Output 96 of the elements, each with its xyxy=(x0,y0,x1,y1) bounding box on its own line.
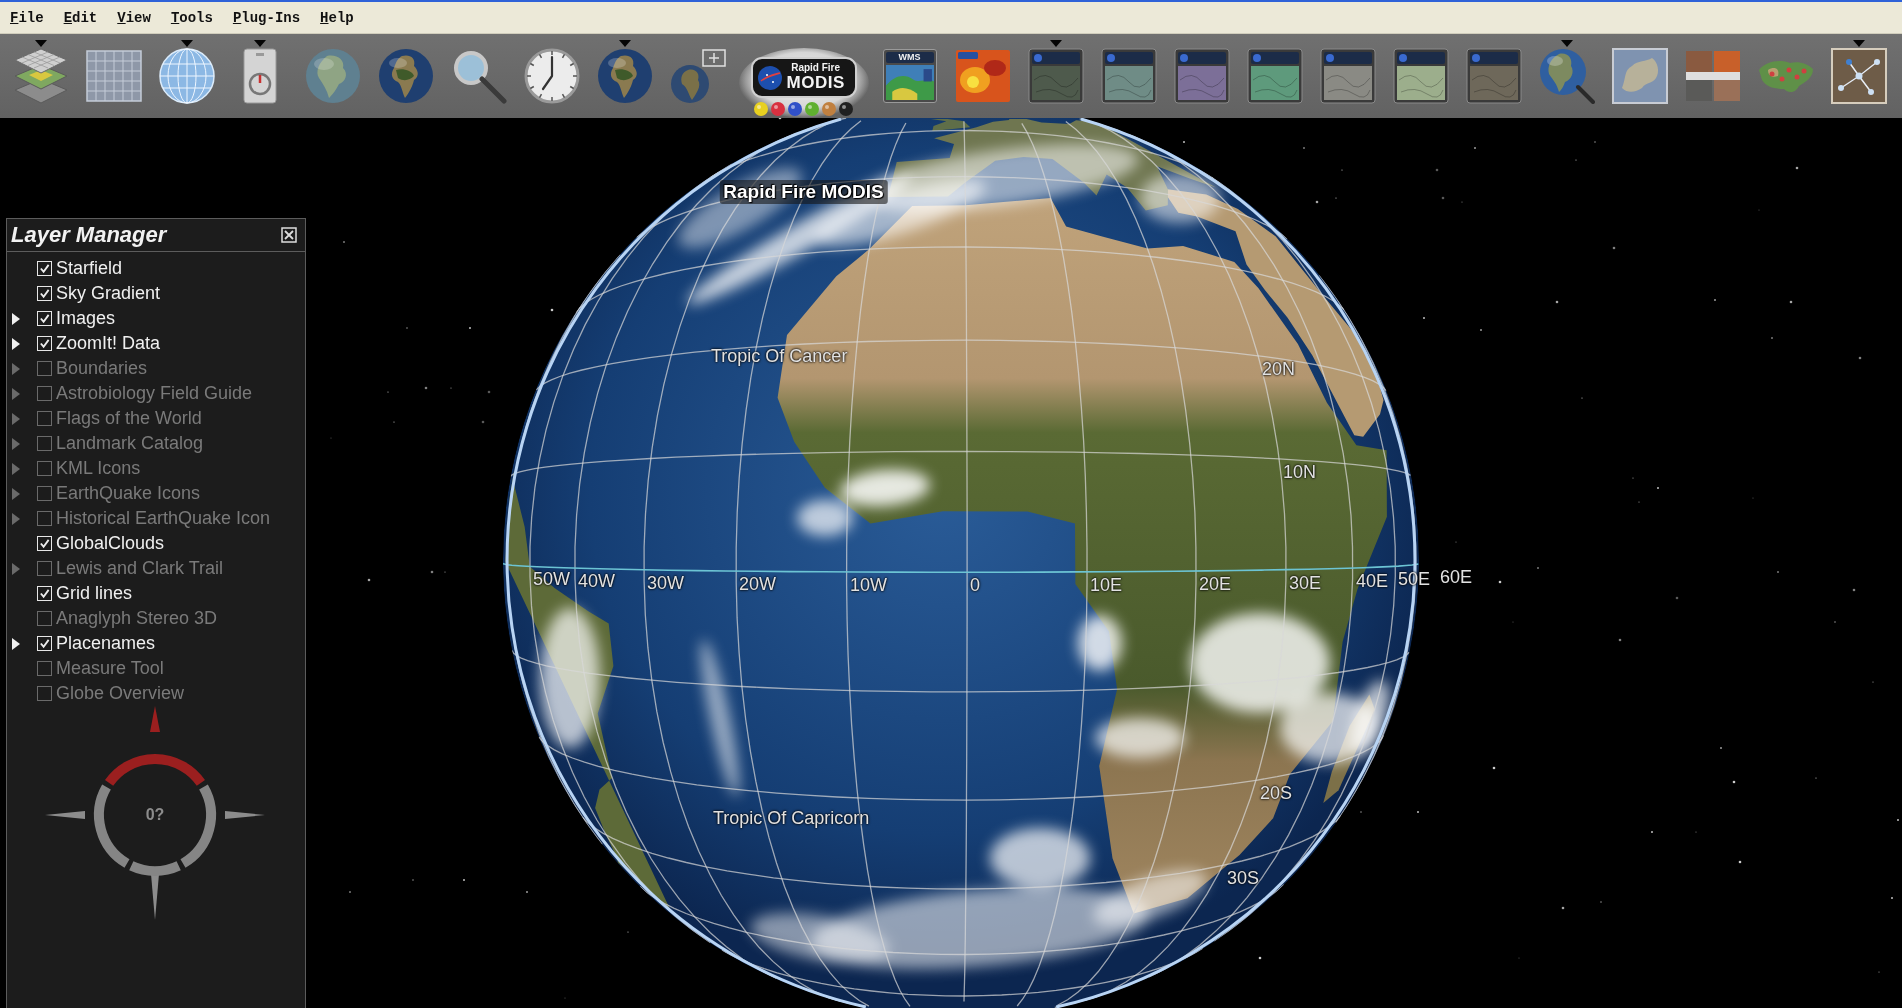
menu-item[interactable]: Edit xyxy=(63,9,98,26)
dot-icon xyxy=(771,102,785,116)
layer-label: Flags of the World xyxy=(56,408,202,429)
layer-label: Landmark Catalog xyxy=(56,433,204,454)
thumbnail-label: WMS xyxy=(885,52,934,63)
grid-label: 20N xyxy=(1262,359,1296,379)
grid-label: 30E xyxy=(1289,573,1322,593)
layer-checkbox[interactable] xyxy=(37,436,52,451)
layer-label: Lewis and Clark Trail xyxy=(56,558,224,579)
dot-icon xyxy=(805,102,819,116)
logo-text: Rapid Fire xyxy=(791,62,841,73)
layer-label: Grid lines xyxy=(56,583,133,604)
logo-button[interactable]: Rapid Fire MODIS xyxy=(738,48,869,118)
dot-icon xyxy=(754,102,768,116)
photo-tiles-icon[interactable] xyxy=(1684,48,1741,104)
grid-label: 10N xyxy=(1283,462,1317,482)
expand-arrow-icon[interactable] xyxy=(12,312,20,325)
grid-label: 30W xyxy=(647,573,684,593)
grid-label: 40E xyxy=(1356,571,1389,591)
grid-label: 40W xyxy=(578,571,615,591)
map-thumbnail-icon[interactable] xyxy=(1173,48,1230,104)
layer-checkbox[interactable] xyxy=(37,411,52,426)
layer-label: EarthQuake Icons xyxy=(56,483,201,504)
grid-label: 10E xyxy=(1090,575,1123,595)
dropdown-arrow-icon[interactable] xyxy=(253,40,266,47)
grid-label: 60E xyxy=(1440,567,1473,587)
layer-label: GlobalClouds xyxy=(56,533,165,554)
dropdown-arrow-icon[interactable] xyxy=(1049,40,1062,47)
menu-item[interactable]: Plug-Ins xyxy=(232,9,301,26)
grid-label: Tropic Of Cancer xyxy=(711,346,848,366)
menu-item[interactable]: File xyxy=(10,9,44,26)
dropdown-arrow-icon[interactable] xyxy=(1560,40,1573,47)
layer-label: KML Icons xyxy=(56,458,141,479)
clock-icon[interactable] xyxy=(523,48,580,104)
network-diagram-icon[interactable] xyxy=(1830,48,1887,104)
dropdown-arrow-icon[interactable] xyxy=(34,40,47,47)
grid-icon[interactable] xyxy=(85,48,142,104)
dropdown-arrow-icon[interactable] xyxy=(180,40,193,47)
map-thumbnail-icon[interactable] xyxy=(1465,48,1522,104)
menu-item[interactable]: Tools xyxy=(170,9,213,26)
layer-checkbox[interactable] xyxy=(37,511,52,526)
expand-arrow-icon[interactable] xyxy=(12,337,20,350)
layer-label: ZoomIt! Data xyxy=(56,333,161,354)
grid-label: 20E xyxy=(1199,574,1232,594)
layer-label: Astrobiology Field Guide xyxy=(56,383,253,404)
logo-text: MODIS xyxy=(786,73,845,93)
layer-label: Images xyxy=(56,308,116,329)
map-thumbnail-icon[interactable] xyxy=(1392,48,1449,104)
layer-checkbox[interactable] xyxy=(37,661,52,676)
disc-icon xyxy=(757,65,782,90)
layer-label: Measure Tool xyxy=(56,658,164,679)
wireframe-globe-icon[interactable] xyxy=(158,48,215,104)
layer-checkbox[interactable] xyxy=(37,686,52,701)
heading-readout: 0? xyxy=(145,806,165,824)
dropdown-arrow-icon[interactable] xyxy=(1852,40,1865,47)
layer-label: Boundaries xyxy=(56,358,148,379)
layer-checkbox[interactable] xyxy=(37,386,52,401)
layer-label: Anaglyph Stereo 3D xyxy=(56,608,218,629)
grid-label: 0 xyxy=(970,575,980,595)
map-thumbnail[interactable]: WMS xyxy=(882,49,937,103)
close-icon[interactable] xyxy=(281,227,297,243)
menu-item[interactable]: Help xyxy=(320,9,354,26)
layer-label: Sky Gradient xyxy=(56,283,161,304)
grid-label: 30S xyxy=(1227,868,1260,888)
map-thumbnail-icon[interactable] xyxy=(1319,48,1376,104)
layer-label: Starfield xyxy=(56,258,123,279)
map-thumbnail-icon[interactable] xyxy=(1100,48,1157,104)
layer-label: Placenames xyxy=(56,633,156,654)
globe-icon[interactable] xyxy=(304,48,361,104)
dot-icon xyxy=(839,102,853,116)
layer-checkbox[interactable] xyxy=(37,461,52,476)
menu-item[interactable]: View xyxy=(117,9,151,26)
dot-icon xyxy=(788,102,802,116)
grid-label: 10W xyxy=(850,575,887,595)
grid-label: 50W xyxy=(533,569,570,589)
layers-icon[interactable] xyxy=(12,48,69,104)
expand-arrow-icon[interactable] xyxy=(12,637,20,650)
layer-label: Historical EarthQuake Icon xyxy=(56,508,271,529)
layer-label: Globe Overview xyxy=(56,683,185,704)
layer-checkbox[interactable] xyxy=(37,486,52,501)
grid-label: Tropic Of Capricorn xyxy=(713,808,870,828)
map-thumbnail-icon[interactable] xyxy=(1246,48,1303,104)
earth-icon[interactable] xyxy=(377,48,434,104)
map-icon xyxy=(885,65,934,100)
globe-magnifier-icon[interactable] xyxy=(1538,48,1595,104)
map-thumbnail-icon[interactable] xyxy=(1027,48,1084,104)
earth-plus-icon[interactable] xyxy=(669,48,726,104)
layer-checkbox[interactable] xyxy=(37,361,52,376)
heat-map-icon[interactable] xyxy=(954,48,1011,104)
dropdown-arrow-icon[interactable] xyxy=(618,40,631,47)
dot-icon xyxy=(822,102,836,116)
grid-label: 20W xyxy=(739,574,776,594)
panel-title: Layer Manager xyxy=(11,222,167,248)
layer-checkbox[interactable] xyxy=(37,611,52,626)
layer-checkbox[interactable] xyxy=(37,561,52,576)
earth-icon[interactable] xyxy=(596,48,653,104)
